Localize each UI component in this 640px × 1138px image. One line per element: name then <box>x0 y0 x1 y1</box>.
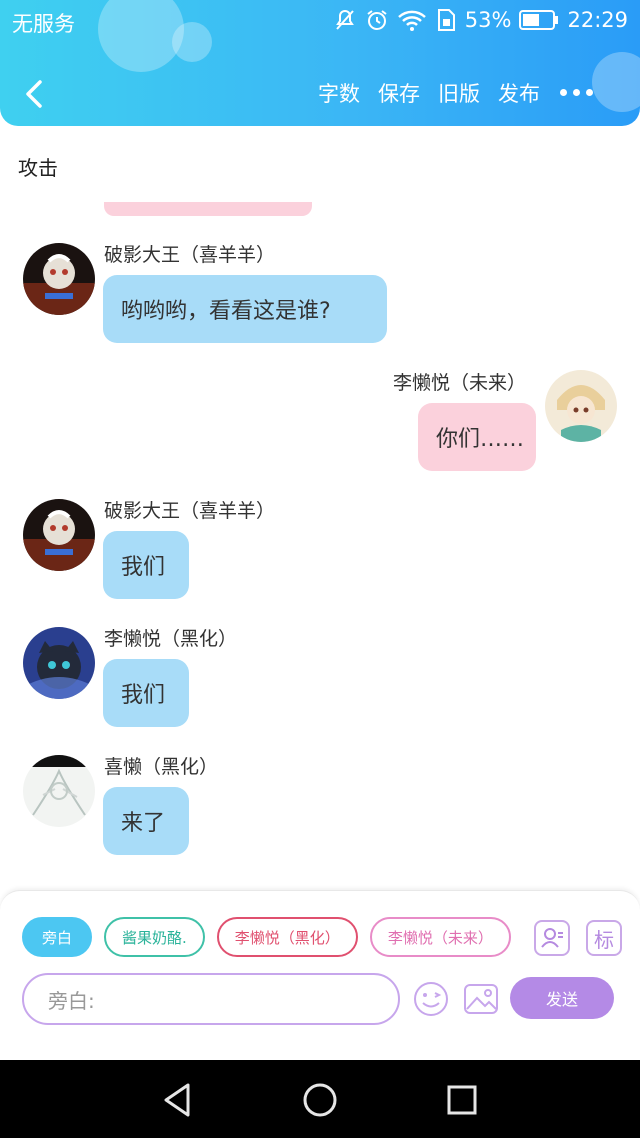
sender-name: 喜懒（黑化） <box>104 756 219 778</box>
status-bar: 无服务 53% 22:29 <box>0 0 640 44</box>
role-chip-narrator[interactable]: 旁白 <box>22 917 93 957</box>
avatar[interactable] <box>545 370 617 442</box>
avatar[interactable] <box>23 755 95 827</box>
role-chip[interactable]: 李懒悦（未来） <box>369 917 511 957</box>
battery-percent: 53% <box>464 8 512 32</box>
avatar[interactable] <box>23 499 95 571</box>
message-item: 喜懒（黑化） 来了 <box>0 742 640 862</box>
alarm-icon <box>367 10 387 30</box>
role-chip-list[interactable]: 旁白 酱果奶酪. 李懒悦（黑化） 李懒悦（未来） <box>22 917 516 959</box>
message-bubble[interactable]: 你们…… <box>418 403 536 471</box>
sender-name: 破影大王（喜羊羊） <box>104 500 276 522</box>
role-chip[interactable]: 酱果奶酪. <box>104 917 205 957</box>
sender-name: 李懒悦（未来） <box>393 372 527 394</box>
screen: 无服务 53% 22:29 字数 保存 旧版 发布 攻击 破影大王（喜羊羊） 哟… <box>0 0 640 1138</box>
message-item: 李懒悦（黑化） 我们 <box>0 614 640 734</box>
sim-icon <box>437 9 455 31</box>
save-button[interactable]: 保存 <box>378 78 420 108</box>
battery-icon <box>519 10 559 30</box>
input-panel: 旁白 酱果奶酪. 李懒悦（黑化） 李懒悦（未来） 标 旁白: 发送 <box>0 890 640 1060</box>
message-item: 破影大王（喜羊羊） 哟哟哟，看看这是谁? <box>0 230 640 350</box>
nav-bar: 字数 保存 旧版 发布 <box>0 70 640 118</box>
role-chip[interactable]: 李懒悦（黑化） <box>216 917 358 957</box>
old-version-button[interactable]: 旧版 <box>438 78 480 108</box>
message-item: 李懒悦（未来） 你们…… <box>0 358 640 478</box>
sender-name: 李懒悦（黑化） <box>104 628 238 650</box>
message-bubble[interactable]: 我们 <box>103 659 189 727</box>
emoji-icon[interactable] <box>412 980 450 1018</box>
home-circle-icon[interactable] <box>300 1080 340 1120</box>
publish-button[interactable]: 发布 <box>498 78 540 108</box>
header: 无服务 53% 22:29 字数 保存 旧版 发布 <box>0 0 640 126</box>
nav-actions: 字数 保存 旧版 发布 <box>318 78 540 108</box>
send-button[interactable]: 发送 <box>510 977 614 1019</box>
chevron-left-icon[interactable] <box>18 76 54 112</box>
clock: 22:29 <box>567 8 628 32</box>
recents-square-icon[interactable] <box>442 1080 482 1120</box>
avatar[interactable] <box>23 243 95 315</box>
chat-list[interactable]: 破影大王（喜羊羊） 哟哟哟，看看这是谁? 李懒悦（未来） 你们…… 破影大王（喜… <box>0 190 640 880</box>
status-icons: 53% 22:29 <box>333 8 628 32</box>
more-dots-icon[interactable] <box>560 80 600 104</box>
word-count-button[interactable]: 字数 <box>318 78 360 108</box>
section-title: 攻击 <box>18 156 58 180</box>
system-nav-bar <box>0 1060 640 1138</box>
avatar[interactable] <box>23 627 95 699</box>
image-icon[interactable] <box>462 980 500 1018</box>
wifi-icon <box>397 10 426 31</box>
message-bubble[interactable]: 来了 <box>103 787 189 855</box>
message-bubble[interactable]: 我们 <box>103 531 189 599</box>
message-input[interactable]: 旁白: <box>22 973 400 1025</box>
carrier-label: 无服务 <box>12 12 75 36</box>
message-item: 破影大王（喜羊羊） 我们 <box>0 486 640 606</box>
tag-icon[interactable]: 标 <box>586 920 622 956</box>
back-triangle-icon[interactable] <box>158 1080 198 1120</box>
mute-icon <box>335 9 354 30</box>
sender-name: 破影大王（喜羊羊） <box>104 244 276 266</box>
message-bubble[interactable]: 哟哟哟，看看这是谁? <box>103 275 387 343</box>
partial-message-bubble <box>104 202 312 216</box>
input-placeholder: 旁白: <box>48 988 95 1013</box>
contact-card-icon[interactable] <box>534 920 570 956</box>
